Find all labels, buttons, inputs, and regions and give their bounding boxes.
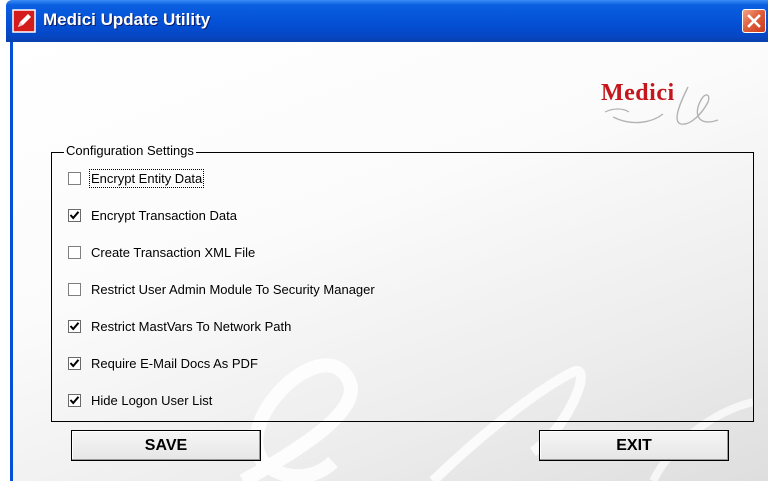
option-create-transaction-xml[interactable]: Create Transaction XML File <box>68 243 255 261</box>
option-label: Restrict User Admin Module To Security M… <box>91 281 375 297</box>
option-label: Hide Logon User List <box>91 392 213 408</box>
option-label: Create Transaction XML File <box>91 244 256 260</box>
option-restrict-user-admin[interactable]: Restrict User Admin Module To Security M… <box>68 280 375 298</box>
option-hide-logon-user-list[interactable]: Hide Logon User List <box>68 391 212 409</box>
option-encrypt-transaction-data[interactable]: Encrypt Transaction Data <box>68 206 237 224</box>
configuration-settings-group: Configuration Settings Encrypt Entity Da… <box>51 143 754 422</box>
group-title: Configuration Settings <box>64 143 196 158</box>
checkbox[interactable] <box>68 393 81 407</box>
save-button[interactable]: SAVE <box>71 430 261 461</box>
medici-logo: Medici <box>593 72 743 132</box>
checkmark-icon <box>69 321 80 331</box>
checkbox[interactable] <box>68 171 81 185</box>
checkbox[interactable] <box>68 245 81 259</box>
app-window: Medici Update Utility Medici Configurati… <box>6 0 768 481</box>
option-restrict-mastvars[interactable]: Restrict MastVars To Network Path <box>68 317 291 335</box>
option-require-email-pdf[interactable]: Require E-Mail Docs As PDF <box>68 354 258 372</box>
edit-pencil-icon <box>12 9 36 33</box>
window-title: Medici Update Utility <box>43 10 211 29</box>
checkbox[interactable] <box>68 319 81 333</box>
option-label: Restrict MastVars To Network Path <box>91 318 292 334</box>
exit-button[interactable]: EXIT <box>539 430 729 461</box>
title-bar[interactable]: Medici Update Utility <box>6 0 768 42</box>
option-label: Require E-Mail Docs As PDF <box>91 355 258 371</box>
checkmark-icon <box>69 358 80 368</box>
checkmark-icon <box>69 210 80 220</box>
checkmark-icon <box>69 395 80 405</box>
close-button[interactable] <box>742 9 766 33</box>
checkbox[interactable] <box>68 356 81 370</box>
close-x-icon <box>747 14 761 28</box>
option-label: Encrypt Entity Data <box>88 168 205 188</box>
checkbox[interactable] <box>68 208 81 222</box>
option-label: Encrypt Transaction Data <box>91 207 237 223</box>
client-area: Medici Configuration Settings Encrypt En… <box>10 42 768 481</box>
logo-text: Medici <box>601 80 675 106</box>
checkbox[interactable] <box>68 282 81 296</box>
option-encrypt-entity-data[interactable]: Encrypt Entity Data <box>68 168 205 188</box>
